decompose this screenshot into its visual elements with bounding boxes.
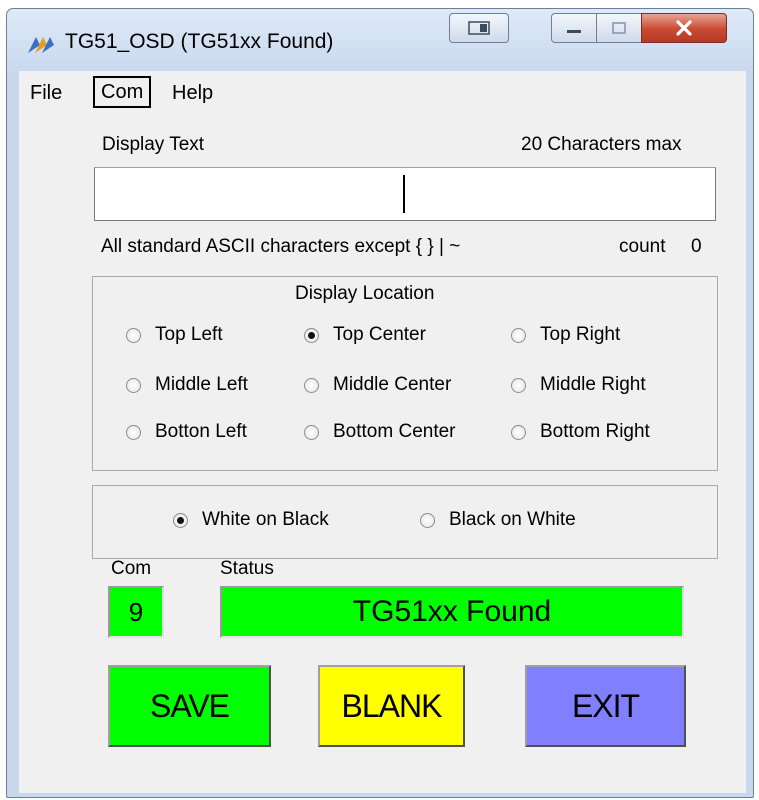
save-button[interactable]: SAVE — [108, 665, 271, 747]
maximize-button[interactable] — [596, 13, 642, 43]
max-characters-label: 20 Characters max — [521, 134, 682, 155]
text-cursor — [403, 175, 405, 213]
radio-label: Black on White — [449, 509, 576, 530]
radio-middle-center[interactable]: Middle Center — [304, 373, 451, 397]
radio-button-icon — [304, 377, 319, 393]
display-location-title: Display Location — [295, 283, 435, 304]
radio-label: Botton Left — [155, 421, 247, 442]
count-value: 0 — [691, 236, 702, 257]
maximize-icon — [597, 14, 641, 42]
radio-label: Middle Left — [155, 374, 248, 395]
com-port-display: 9 — [108, 586, 164, 638]
display-text-label: Display Text — [102, 134, 205, 155]
title-bar[interactable]: TG51_OSD (TG51xx Found) — [7, 9, 753, 71]
radio-label: Middle Center — [333, 374, 452, 395]
menu-help[interactable]: Help — [167, 79, 218, 107]
close-icon — [642, 14, 726, 42]
client-area: File Com Help Display Text 20 Characters… — [19, 71, 746, 793]
radio-label: Bottom Right — [540, 421, 650, 442]
radio-button-icon — [511, 424, 526, 440]
close-button[interactable] — [641, 13, 727, 43]
minimize-icon — [552, 14, 596, 42]
status-label: Status — [220, 558, 274, 579]
window-title: TG51_OSD (TG51xx Found) — [65, 30, 334, 53]
radio-middle-left[interactable]: Middle Left — [126, 373, 248, 397]
radio-bottom-center[interactable]: Bottom Center — [304, 420, 456, 444]
radio-label: Bottom Center — [333, 421, 456, 442]
app-window: TG51_OSD (TG51xx Found) File Com Help Di… — [6, 8, 754, 798]
count-label: count — [619, 236, 666, 257]
exit-button[interactable]: EXIT — [525, 665, 686, 747]
radio-button-icon — [126, 327, 141, 343]
app-logo-icon — [28, 37, 54, 53]
radio-top-center[interactable]: Top Center — [304, 323, 426, 347]
menu-file[interactable]: File — [25, 79, 67, 107]
radio-label: Top Center — [333, 324, 426, 345]
radio-button-icon — [511, 327, 526, 343]
radio-button-icon — [511, 377, 526, 393]
radio-bottom-right[interactable]: Bottom Right — [511, 420, 650, 444]
radio-top-left[interactable]: Top Left — [126, 323, 223, 347]
display-text-input[interactable] — [94, 167, 716, 221]
radio-button-icon — [126, 377, 141, 393]
blank-button[interactable]: BLANK — [318, 665, 465, 747]
com-label: Com — [111, 558, 152, 579]
radio-button-icon — [420, 512, 435, 528]
radio-bottom-left[interactable]: Botton Left — [126, 420, 247, 444]
radio-label: Top Left — [155, 324, 223, 345]
radio-white-on-black[interactable]: White on Black — [173, 508, 329, 532]
status-display: TG51xx Found — [220, 586, 684, 638]
ascii-hint-label: All standard ASCII characters except { }… — [101, 236, 461, 257]
minimize-button[interactable] — [551, 13, 597, 43]
radio-label: White on Black — [202, 509, 329, 530]
radio-label: Middle Right — [540, 374, 646, 395]
radio-button-checked-icon — [304, 327, 319, 343]
window-switch-icon — [450, 14, 508, 42]
radio-button-checked-icon — [173, 512, 188, 528]
radio-middle-right[interactable]: Middle Right — [511, 373, 646, 397]
menu-com[interactable]: Com — [93, 76, 152, 108]
radio-label: Top Right — [540, 324, 621, 345]
radio-button-icon — [126, 424, 141, 440]
window-switch-button[interactable] — [449, 13, 509, 43]
radio-button-icon — [304, 424, 319, 440]
radio-top-right[interactable]: Top Right — [511, 323, 620, 347]
menu-bar: File Com Help — [19, 71, 746, 115]
radio-black-on-white[interactable]: Black on White — [420, 508, 576, 532]
